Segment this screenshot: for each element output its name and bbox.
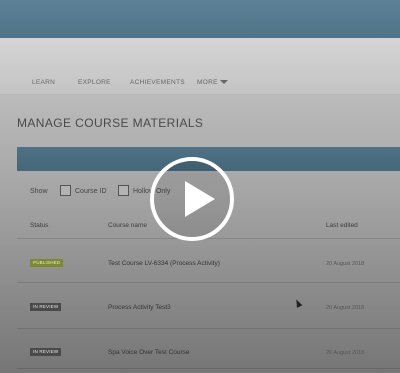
nav-item-more[interactable]: MORE	[197, 79, 218, 86]
course-id-label: Course ID	[75, 188, 107, 195]
course-name-link[interactable]: Test Course LV-6334 (Process Activity)	[108, 260, 220, 267]
status-badge: PUBLISHED	[30, 259, 64, 267]
row-divider	[17, 282, 400, 283]
page-title: MANAGE COURSE MATERIALS	[17, 116, 204, 130]
hollow-only-checkbox[interactable]	[118, 185, 129, 196]
nav-item-learn[interactable]: LEARN	[32, 79, 55, 86]
column-header-status[interactable]: Status	[30, 222, 48, 229]
nav-item-explore[interactable]: EXPLORE	[78, 79, 111, 86]
row-divider	[17, 238, 400, 239]
status-badge: IN REVIEW	[30, 348, 62, 356]
play-button[interactable]	[150, 157, 234, 241]
show-label: Show	[30, 188, 48, 195]
main-nav	[0, 38, 400, 95]
chevron-down-icon[interactable]	[220, 80, 228, 84]
last-edited: 20 August 2018	[326, 305, 365, 311]
nav-item-achievements[interactable]: ACHIEVEMENTS	[130, 79, 185, 86]
course-id-checkbox[interactable]	[60, 185, 71, 196]
last-edited: 20 August 2018	[326, 261, 365, 267]
top-bar	[0, 0, 400, 38]
course-name-link[interactable]: Process Activity Test3	[108, 304, 171, 311]
course-name-link[interactable]: Spa Voice Over Test Course	[108, 349, 190, 356]
column-header-course-name[interactable]: Course name	[108, 222, 147, 229]
status-badge: IN REVIEW	[30, 303, 62, 311]
play-icon	[185, 181, 215, 217]
last-edited: 20 August 2018	[326, 350, 365, 356]
row-divider	[17, 328, 400, 329]
row-divider	[17, 368, 400, 369]
column-header-last-edited[interactable]: Last edited	[326, 222, 358, 229]
